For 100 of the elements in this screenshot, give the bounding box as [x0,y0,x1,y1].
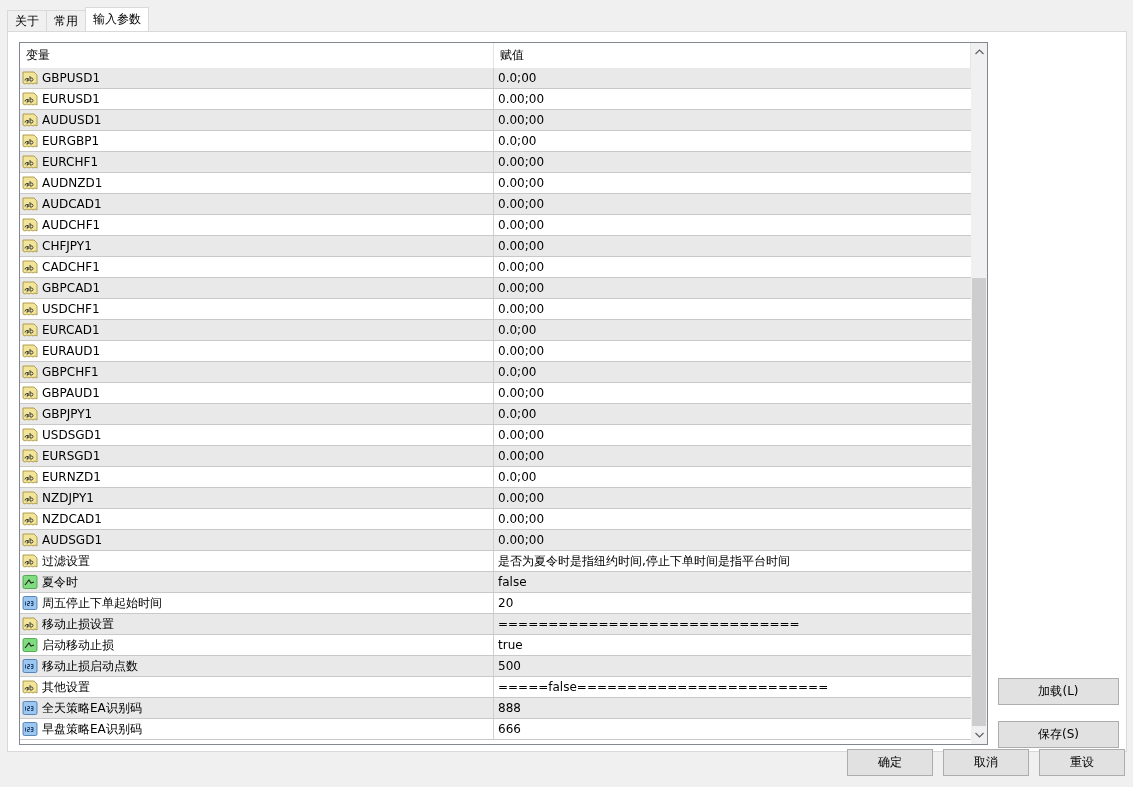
scrollbar[interactable] [971,43,987,744]
parameter-value: 0.00;00 [497,301,546,318]
parameter-name: AUDNZD1 [42,176,103,190]
table-row[interactable]: 早盘策略EA识别码 666 [20,719,971,740]
table-row[interactable]: EURAUD1 0.00;00 [20,341,971,362]
parameter-value: 是否为夏令时是指纽约时间,停止下单时间是指平台时间 [497,553,791,570]
table-row[interactable]: 过滤设置 是否为夏令时是指纽约时间,停止下单时间是指平台时间 [20,551,971,572]
parameter-value: 0.0;00 [497,70,538,87]
table-row[interactable]: 移动止损设置 ============================== [20,614,971,635]
parameter-value: 0.0;00 [497,364,538,381]
parameter-value: 500 [497,658,522,675]
table-row[interactable]: EURGBP1 0.0;00 [20,131,971,152]
parameter-name: GBPCHF1 [42,365,99,379]
parameter-value: 0.00;00 [497,511,546,528]
parameter-value: 0.00;00 [497,91,546,108]
table-row[interactable]: GBPUSD1 0.0;00 [20,68,971,89]
scroll-down-icon[interactable] [974,732,984,738]
table-row[interactable]: EURUSD1 0.00;00 [20,89,971,110]
text-type-icon [22,280,38,296]
scroll-up-icon[interactable] [974,49,984,55]
parameter-name: 全天策略EA识别码 [42,699,142,717]
parameter-value: 20 [497,595,515,612]
text-type-icon [22,679,38,695]
parameter-value: ============================== [497,616,801,633]
text-type-icon [22,343,38,359]
toggle-type-icon [22,574,38,590]
number-type-icon [22,721,38,737]
parameter-value: 666 [497,721,522,738]
parameter-value: 0.00;00 [497,154,546,171]
parameter-name: 夏令时 [42,573,78,591]
parameter-value: 0.00;00 [497,448,546,465]
text-type-icon [22,322,38,338]
parameter-name: AUDSGD1 [42,533,103,547]
parameter-name: GBPCAD1 [42,281,101,295]
parameter-value: 0.0;00 [497,133,538,150]
parameter-name: GBPJPY1 [42,407,93,421]
table-row[interactable]: 全天策略EA识别码 888 [20,698,971,719]
parameter-value: 0.00;00 [497,238,546,255]
parameter-value: true [497,637,524,654]
parameter-value: 0.00;00 [497,196,546,213]
parameter-name: AUDUSD1 [42,113,102,127]
text-type-icon [22,448,38,464]
text-type-icon [22,217,38,233]
table-row[interactable]: 夏令时 false [20,572,971,593]
text-type-icon [22,469,38,485]
table-row[interactable]: EURCAD1 0.0;00 [20,320,971,341]
parameter-name: 移动止损设置 [42,615,114,633]
parameter-value: =====false========================= [497,679,830,696]
dialog-button[interactable]: 重设 [1039,749,1125,776]
table-row[interactable]: GBPJPY1 0.0;00 [20,404,971,425]
parameter-value: 0.00;00 [497,259,546,276]
parameter-name: NZDCAD1 [42,512,102,526]
table-row[interactable]: 移动止损启动点数 500 [20,656,971,677]
tab[interactable]: 关于 [7,10,47,31]
text-type-icon [22,427,38,443]
table-row[interactable]: EURSGD1 0.00;00 [20,446,971,467]
table-row[interactable]: CHFJPY1 0.00;00 [20,236,971,257]
table-row[interactable]: GBPCAD1 0.00;00 [20,278,971,299]
table-row[interactable]: GBPAUD1 0.00;00 [20,383,971,404]
text-type-icon [22,91,38,107]
text-type-icon [22,532,38,548]
parameter-value: 0.00;00 [497,280,546,297]
parameter-name: GBPAUD1 [42,386,100,400]
text-type-icon [22,616,38,632]
text-type-icon [22,154,38,170]
parameter-value: 888 [497,700,522,717]
number-type-icon [22,595,38,611]
toggle-type-icon [22,637,38,653]
text-type-icon [22,406,38,422]
dialog-button[interactable]: 取消 [943,749,1029,776]
tab[interactable]: 输入参数 [85,7,149,31]
table-row[interactable]: 启动移动止损 true [20,635,971,656]
side-button[interactable]: 加载(L) [998,678,1119,705]
text-type-icon [22,238,38,254]
table-row[interactable]: EURCHF1 0.00;00 [20,152,971,173]
table-row[interactable]: NZDCAD1 0.00;00 [20,509,971,530]
table-row[interactable]: AUDCHF1 0.00;00 [20,215,971,236]
table-row[interactable]: AUDUSD1 0.00;00 [20,110,971,131]
parameter-value: 0.0;00 [497,469,538,486]
table-row[interactable]: CADCHF1 0.00;00 [20,257,971,278]
table-row[interactable]: EURNZD1 0.0;00 [20,467,971,488]
table-row[interactable]: AUDNZD1 0.00;00 [20,173,971,194]
table-row[interactable]: AUDSGD1 0.00;00 [20,530,971,551]
dialog-button[interactable]: 确定 [847,749,933,776]
parameter-value: 0.00;00 [497,217,546,234]
table-row[interactable]: USDCHF1 0.00;00 [20,299,971,320]
text-type-icon [22,553,38,569]
parameter-name: EURCAD1 [42,323,100,337]
table-row[interactable]: 周五停止下单起始时间 20 [20,593,971,614]
parameter-value: 0.00;00 [497,385,546,402]
side-button[interactable]: 保存(S) [998,721,1119,748]
parameter-name: 过滤设置 [42,552,90,570]
parameter-name: EURNZD1 [42,470,101,484]
table-row[interactable]: GBPCHF1 0.0;00 [20,362,971,383]
parameter-value: 0.00;00 [497,490,546,507]
table-row[interactable]: AUDCAD1 0.00;00 [20,194,971,215]
table-row[interactable]: 其他设置 =====false========================= [20,677,971,698]
scrollbar-thumb[interactable] [972,278,986,726]
table-row[interactable]: USDSGD1 0.00;00 [20,425,971,446]
table-row[interactable]: NZDJPY1 0.00;00 [20,488,971,509]
